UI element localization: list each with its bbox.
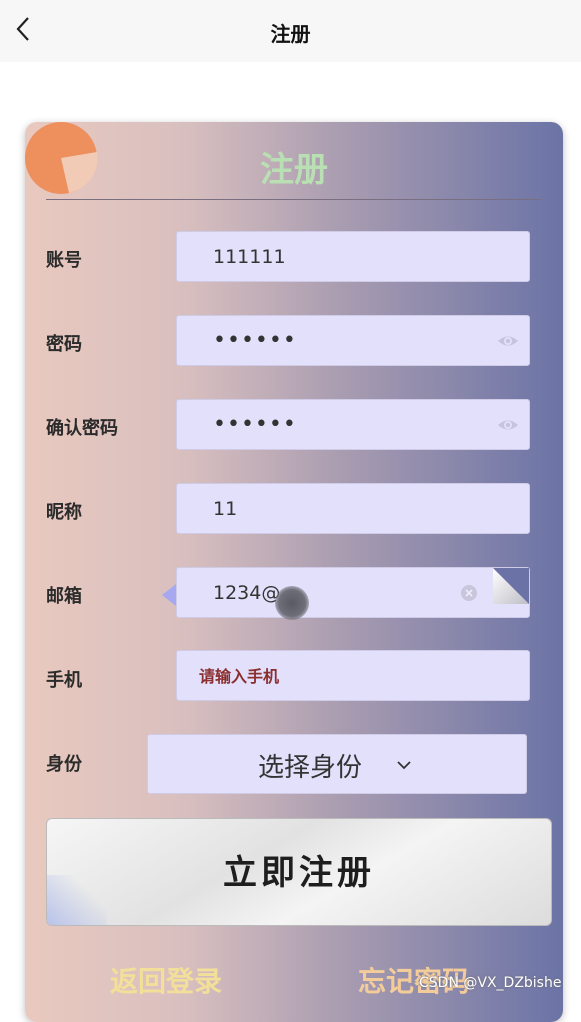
email-label: 邮箱 [46,586,82,607]
nickname-field[interactable] [176,483,530,534]
eye-icon[interactable] [497,416,519,434]
back-to-login-link[interactable]: 返回登录 [110,960,222,1000]
confirm-password-input[interactable] [213,400,493,449]
eye-icon[interactable] [497,332,519,350]
identity-label: 身份 [46,754,82,775]
phone-input[interactable] [199,651,479,700]
title-divider [46,199,541,200]
password-label: 密码 [46,334,82,355]
password-field[interactable] [176,315,530,366]
clear-icon[interactable] [461,585,477,601]
register-button-label: 立即注册 [223,853,375,893]
watermark: CSDN @VX_DZbishe [419,975,562,991]
email-field[interactable] [176,567,530,618]
navbar: 注册 [0,0,581,62]
chevron-down-icon [397,761,411,770]
account-label: 账号 [46,250,82,271]
page-curl-icon [493,568,529,604]
button-sheen [47,875,107,925]
password-input[interactable] [213,316,493,365]
account-field[interactable] [176,231,530,282]
register-card: 注册 账号 密码 确认密码 昵称 邮箱 [25,122,563,1022]
nav-title: 注册 [270,22,311,46]
identity-selected: 选择身份 [258,753,363,783]
confirm-password-label: 确认密码 [46,418,118,439]
phone-field[interactable] [176,650,530,701]
card-title: 注册 [260,150,328,190]
nickname-label: 昵称 [46,502,82,523]
email-input[interactable] [213,568,493,617]
register-button[interactable]: 立即注册 [46,818,552,926]
focus-indicator-icon [162,584,176,606]
account-input[interactable] [213,232,493,281]
identity-select[interactable]: 选择身份 [147,734,527,794]
phone-label: 手机 [46,670,82,691]
confirm-password-field[interactable] [176,399,530,450]
touch-cursor [275,586,309,620]
nickname-input[interactable] [213,484,493,533]
